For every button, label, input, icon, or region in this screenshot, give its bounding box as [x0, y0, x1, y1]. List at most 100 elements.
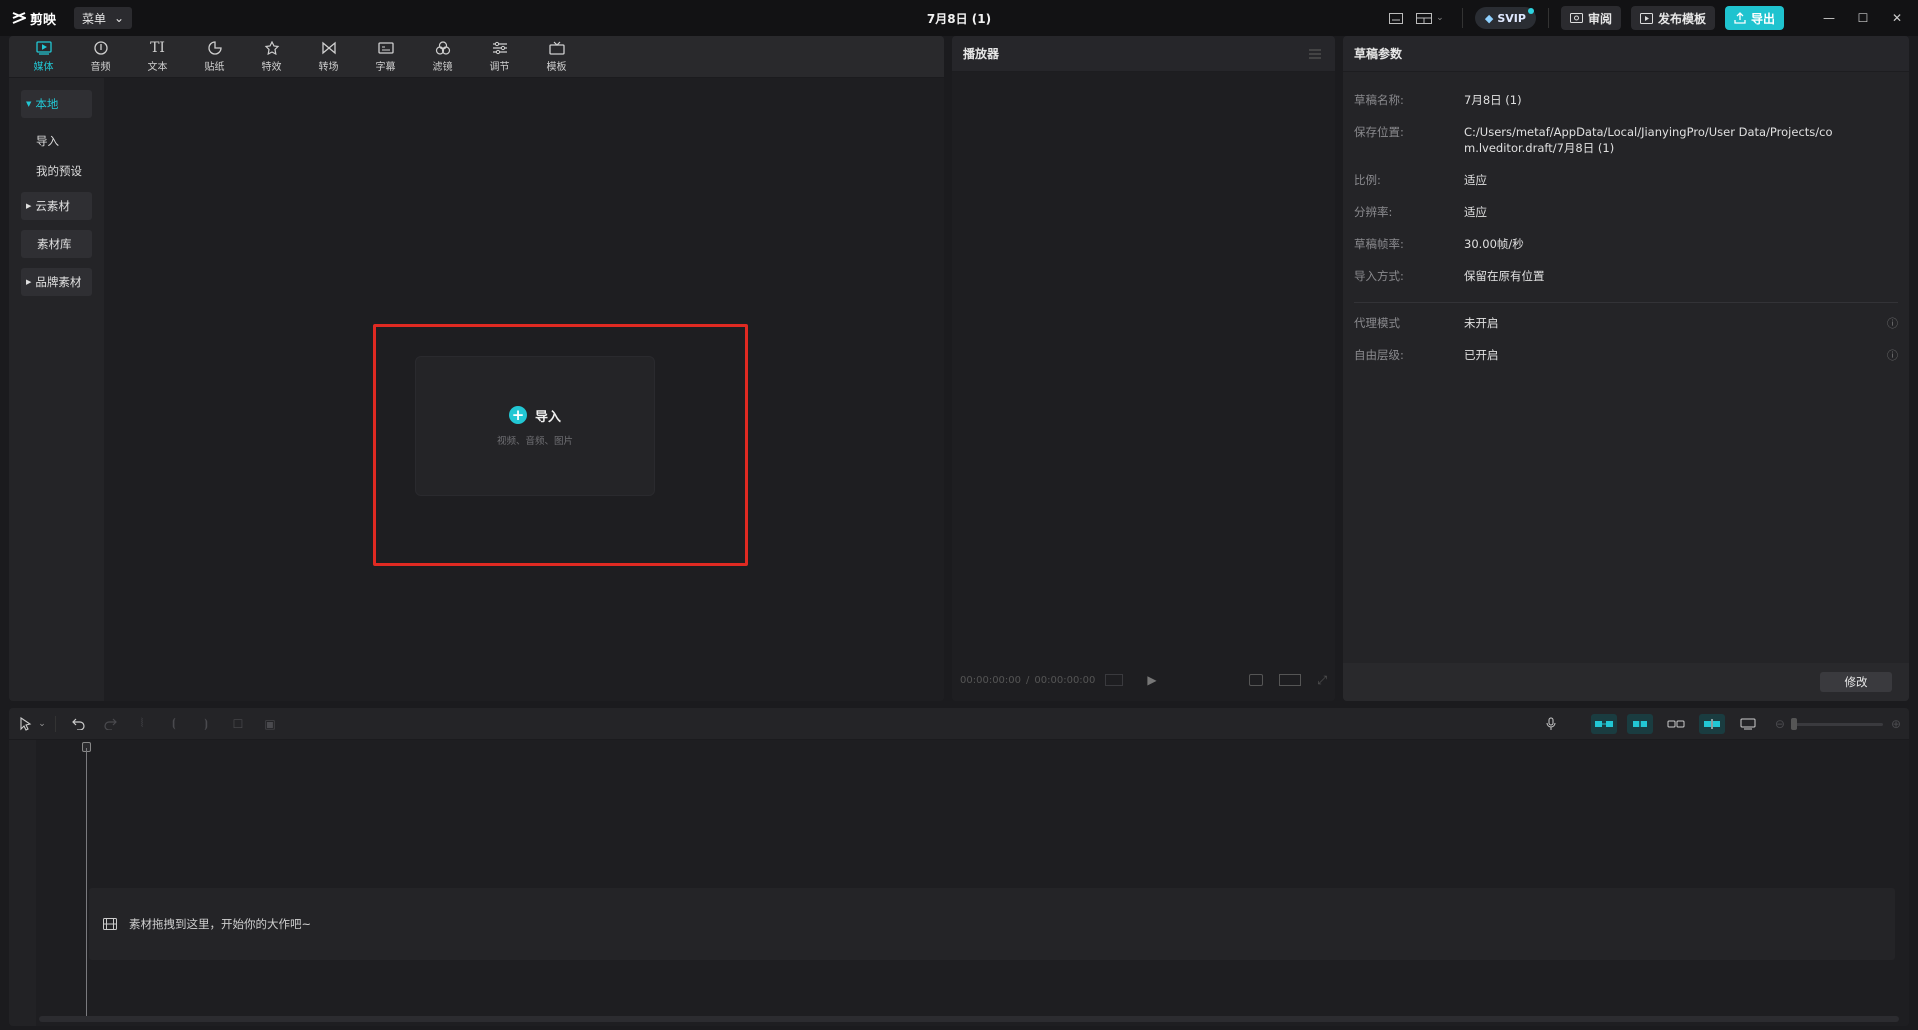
undo-icon[interactable]	[62, 712, 94, 736]
sidebar-item-local[interactable]: ▼ 本地	[21, 90, 92, 118]
freeze-frame-icon[interactable]: ▣	[254, 712, 286, 736]
thumbnail-icon[interactable]	[1735, 714, 1761, 734]
caret-right-icon: ▶	[26, 278, 32, 286]
draft-row-key: 导入方式:	[1354, 269, 1404, 283]
app-name: 剪映	[30, 12, 57, 28]
drop-hint: 素材拖拽到这里，开始你的大作吧~	[129, 917, 312, 931]
playhead[interactable]	[86, 748, 87, 1018]
draft-row-free-layer: 自由层级: 已开启 ⓘ	[1354, 339, 1898, 371]
help-icon[interactable]: ⓘ	[1887, 315, 1898, 331]
diamond-icon: ◆	[1484, 11, 1494, 25]
subtitle-icon	[377, 42, 394, 54]
track-header-column	[9, 740, 36, 1026]
close-icon[interactable]: ✕	[1880, 0, 1914, 36]
svip-label: SVIP	[1497, 11, 1526, 25]
app-logo: 剪映	[12, 9, 56, 28]
tab-sticker[interactable]: 贴纸	[186, 36, 243, 78]
draft-row-key: 草稿名称:	[1354, 93, 1404, 107]
split-left-icon[interactable]: ⦗	[158, 712, 190, 736]
sidebar-item-my-presets[interactable]: 我的预设	[36, 158, 104, 184]
auto-snap-icon[interactable]	[1626, 714, 1653, 734]
horizontal-scrollbar[interactable]	[39, 1016, 1899, 1022]
draft-rows: 草稿名称: 7月8日 (1) 保存位置: C:/Users/metaf/AppD…	[1343, 72, 1909, 371]
timeline-right-tools: ⊖ ⊕	[1535, 708, 1901, 740]
draft-header: 草稿参数	[1343, 36, 1909, 72]
tab-subtitle[interactable]: 字幕	[357, 36, 414, 78]
menu-lines-icon[interactable]	[1309, 48, 1321, 62]
split-icon[interactable]: ⦚	[126, 712, 158, 736]
delete-icon[interactable]: ☐	[222, 712, 254, 736]
draft-row-value: 已开启	[1464, 348, 1499, 362]
sidebar-item-import[interactable]: 导入	[36, 128, 104, 154]
tool-tabs: 媒体 音频 TI 文本 贴纸 特效 转场 字幕 滤镜 调节 模板	[9, 36, 944, 78]
layout-switch-icon[interactable]: ⌄	[1410, 6, 1450, 30]
draft-row-ratio: 比例: 适应	[1354, 164, 1898, 196]
redo-icon[interactable]	[94, 712, 126, 736]
player-title: 播放器	[963, 47, 1000, 61]
draft-row-value: C:/Users/metaf/AppData/Local/JianyingPro…	[1464, 125, 1833, 155]
zoom-out-icon[interactable]: ⊖	[1775, 717, 1785, 731]
screenshot-icon[interactable]	[1249, 674, 1264, 686]
svip-badge[interactable]: ◆ SVIP	[1474, 7, 1536, 29]
sidebar-item-label: 云素材	[35, 199, 70, 213]
draft-row-location: 保存位置: C:/Users/metaf/AppData/Local/Jiany…	[1354, 116, 1898, 164]
fullscreen-icon[interactable]: ⤢	[1317, 673, 1327, 688]
publish-template-button[interactable]: 发布模板	[1630, 6, 1715, 30]
tab-label: 滤镜	[432, 62, 453, 73]
maximize-icon[interactable]: ☐	[1846, 0, 1880, 36]
help-icon[interactable]: ⓘ	[1887, 347, 1898, 363]
tab-text[interactable]: TI 文本	[129, 36, 186, 78]
tab-audio[interactable]: 音频	[72, 36, 129, 78]
export-button[interactable]: 导出	[1724, 6, 1784, 30]
main-track-drop-zone[interactable]: 素材拖拽到这里，开始你的大作吧~	[89, 888, 1895, 960]
time-separator: /	[1026, 674, 1030, 686]
player-panel: 播放器 00:00:00:00 / 00:00:00:00 ▶ ⤢	[952, 36, 1335, 701]
tab-transition[interactable]: 转场	[300, 36, 357, 78]
filter-icon	[435, 41, 450, 55]
draft-row-value: 30.00帧/秒	[1464, 237, 1524, 251]
tab-effects[interactable]: 特效	[243, 36, 300, 78]
sidebar-item-cloud[interactable]: ▶ 云素材	[21, 192, 92, 220]
main-track-magnet-icon[interactable]	[1590, 714, 1617, 734]
timeline-toolbar: ⌄ ⦚ ⦗ ⦘ ☐ ▣ ⊖ ⊕	[9, 708, 1909, 740]
link-icon[interactable]	[1663, 714, 1689, 734]
chevron-down-icon: ⌄	[114, 11, 125, 25]
player-viewport	[952, 72, 1335, 701]
tab-adjust[interactable]: 调节	[471, 36, 528, 78]
tab-label: 调节	[489, 62, 510, 73]
sidebar-item-brand[interactable]: ▶ 品牌素材	[21, 268, 92, 296]
review-icon	[1569, 12, 1583, 23]
tab-media[interactable]: 媒体	[15, 36, 72, 78]
draft-row-value: 适应	[1464, 173, 1487, 187]
draft-title: 草稿参数	[1354, 47, 1403, 61]
preview-axis-icon[interactable]	[1698, 714, 1725, 734]
tab-label: 贴纸	[204, 62, 225, 73]
split-right-icon[interactable]: ⦘	[190, 712, 222, 736]
media-sidebar: ▼ 本地 导入 我的预设 ▶ 云素材 素材库 ▶ 品牌素材	[9, 78, 105, 701]
adjust-icon	[492, 41, 507, 55]
zoom-slider[interactable]	[1790, 717, 1883, 730]
sidebar-item-label: 品牌素材	[35, 275, 82, 289]
tab-template[interactable]: 模板	[528, 36, 585, 78]
draft-row-value: 未开启	[1464, 316, 1499, 330]
select-cursor-icon[interactable]: ⌄	[17, 712, 49, 736]
film-strip-icon	[103, 918, 117, 930]
divider	[1547, 8, 1549, 28]
review-button[interactable]: 审阅	[1560, 6, 1621, 30]
zoom-in-icon[interactable]: ⊕	[1891, 717, 1901, 731]
frame-icon	[1105, 674, 1124, 686]
modify-button[interactable]: 修改	[1820, 672, 1892, 692]
aspect-ratio-icon[interactable]	[1279, 674, 1302, 686]
tab-label: 音频	[90, 62, 111, 73]
minimize-icon[interactable]: —	[1812, 0, 1846, 36]
subtitle-layout-icon[interactable]	[1382, 6, 1410, 30]
timeline-body: 素材拖拽到这里，开始你的大作吧~	[9, 740, 1909, 1026]
draft-row-value: 适应	[1464, 205, 1487, 219]
microphone-icon[interactable]	[1535, 712, 1567, 736]
zoom-slider-knob[interactable]	[1790, 717, 1797, 730]
sidebar-item-library[interactable]: 素材库	[21, 230, 92, 258]
play-icon[interactable]: ▶	[1147, 673, 1156, 687]
tab-filter[interactable]: 滤镜	[414, 36, 471, 78]
menu-button[interactable]: 菜单 ⌄	[74, 7, 133, 29]
sidebar-item-label: 素材库	[37, 237, 72, 251]
